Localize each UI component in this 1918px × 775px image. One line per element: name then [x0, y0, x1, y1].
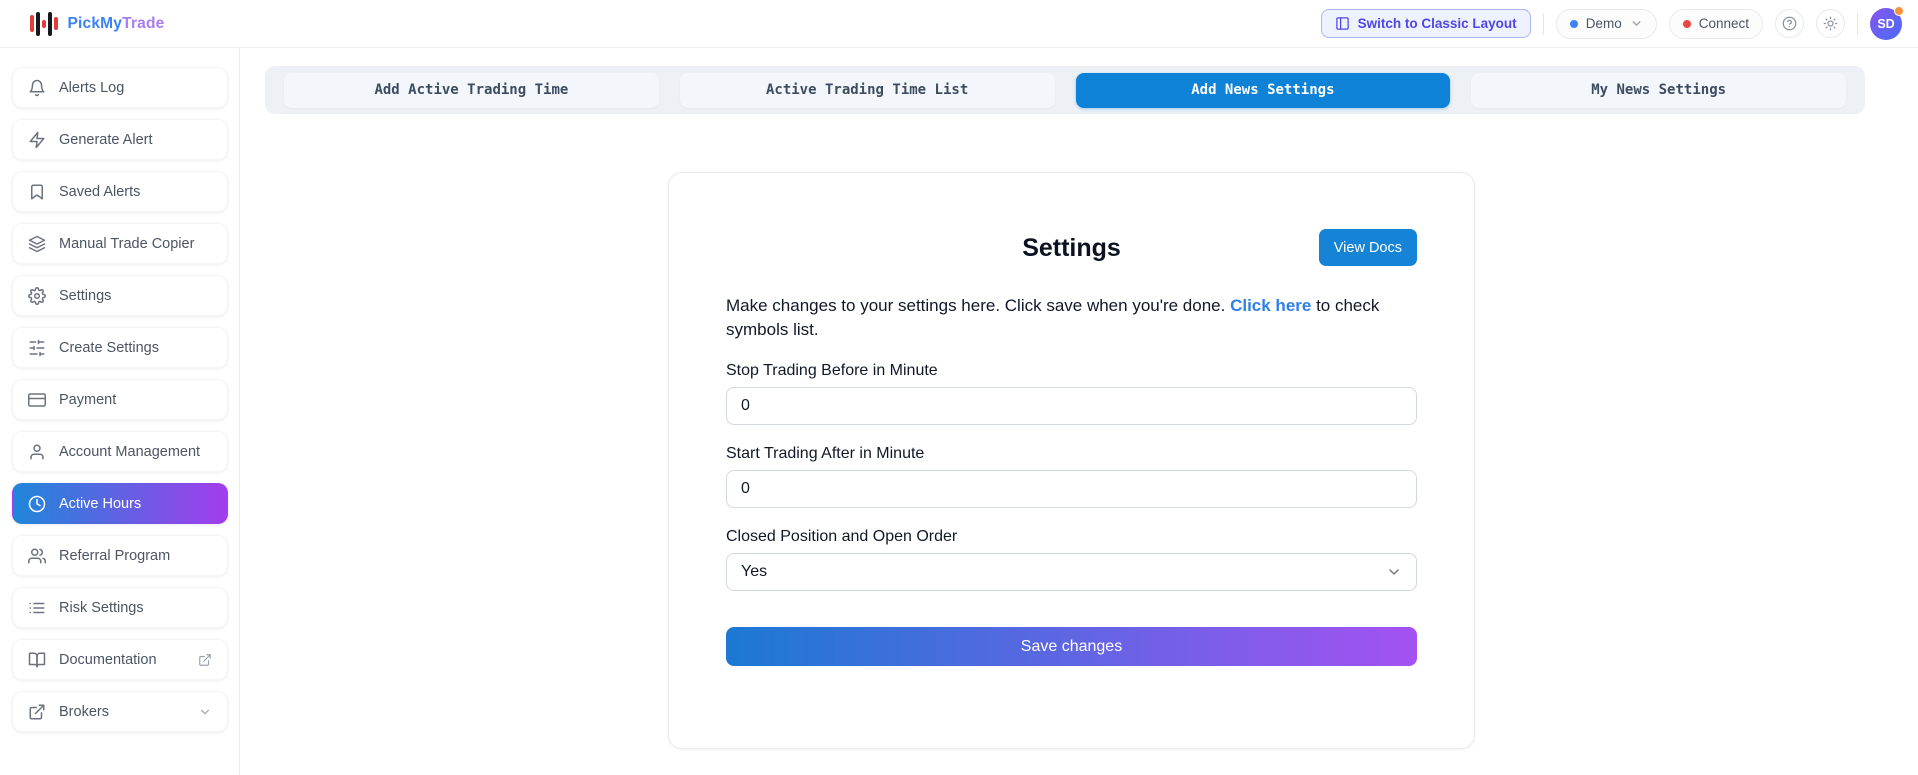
closed-position-label: Closed Position and Open Order	[726, 528, 958, 545]
save-changes-button[interactable]: Save changes	[726, 627, 1417, 666]
external-link-icon	[198, 653, 212, 667]
brand-name: PickMyTrade	[68, 15, 165, 33]
sliders-icon	[28, 339, 46, 357]
start-trading-after-label: Start Trading After in Minute	[726, 445, 925, 462]
theme-toggle-button[interactable]	[1816, 9, 1845, 38]
tab-my-news-settings[interactable]: My News Settings	[1471, 72, 1846, 108]
panel-layout-icon	[1335, 16, 1350, 31]
clock-icon	[28, 495, 46, 513]
switch-layout-label: Switch to Classic Layout	[1357, 16, 1517, 31]
user-icon	[28, 443, 46, 461]
main-content: Add Active Trading Time Active Trading T…	[240, 48, 1918, 775]
sidebar-item-label: Create Settings	[59, 339, 159, 356]
demo-status-dot	[1569, 19, 1578, 28]
sidebar-item-saved-alerts[interactable]: Saved Alerts	[12, 171, 228, 212]
sidebar-item-label: Account Management	[59, 443, 201, 460]
avatar-initials: SD	[1877, 16, 1895, 31]
sidebar-item-label: Documentation	[59, 651, 157, 668]
sidebar-item-referral-program[interactable]: Referral Program	[12, 535, 228, 576]
sidebar-item-create-settings[interactable]: Create Settings	[12, 327, 228, 368]
sidebar-item-label: Brokers	[59, 703, 109, 720]
list-icon	[28, 599, 46, 617]
sidebar-item-label: Generate Alert	[59, 131, 153, 148]
brand-name-secondary: Trade	[122, 14, 165, 32]
external-link-icon	[28, 703, 46, 721]
description-text: Make changes to your settings here. Clic…	[726, 296, 1231, 315]
layers-icon	[28, 235, 46, 253]
stop-trading-before-input[interactable]	[726, 387, 1417, 425]
chevron-down-icon	[1630, 17, 1643, 30]
sidebar-item-label: Manual Trade Copier	[59, 235, 195, 252]
chevron-down-icon	[1386, 564, 1402, 580]
book-icon	[28, 651, 46, 669]
sidebar-item-account-management[interactable]: Account Management	[12, 431, 228, 472]
start-trading-after-input[interactable]	[726, 470, 1417, 508]
switch-to-classic-layout-button[interactable]: Switch to Classic Layout	[1320, 9, 1531, 38]
stop-trading-before-label: Stop Trading Before in Minute	[726, 362, 938, 379]
tab-add-active-trading-time[interactable]: Add Active Trading Time	[284, 72, 659, 108]
sidebar-item-label: Referral Program	[59, 547, 171, 564]
check-symbols-link[interactable]: Click here	[1230, 296, 1311, 315]
sidebar-item-label: Payment	[59, 391, 117, 408]
bookmark-icon	[28, 183, 46, 201]
sidebar-item-payment[interactable]: Payment	[12, 379, 228, 420]
view-docs-button[interactable]: View Docs	[1318, 229, 1417, 266]
help-button[interactable]	[1775, 9, 1804, 38]
connect-button[interactable]: Connect	[1668, 8, 1763, 39]
users-icon	[28, 547, 46, 565]
sidebar-item-brokers[interactable]: Brokers	[12, 691, 228, 732]
sidebar-item-documentation[interactable]: Documentation	[12, 639, 228, 680]
closed-position-group: Closed Position and Open Order Yes	[726, 528, 1417, 591]
header-divider	[1857, 12, 1858, 35]
credit-card-icon	[28, 391, 46, 409]
logo-bars-icon	[30, 10, 58, 38]
tab-bar: Add Active Trading Time Active Trading T…	[265, 66, 1865, 114]
header-divider	[1542, 12, 1544, 35]
settings-description: Make changes to your settings here. Clic…	[726, 294, 1417, 342]
demo-mode-dropdown[interactable]: Demo	[1555, 8, 1657, 39]
tab-active-trading-time-list[interactable]: Active Trading Time List	[679, 72, 1055, 108]
sun-icon	[1823, 16, 1838, 31]
sidebar-item-label: Risk Settings	[59, 599, 144, 616]
brand-logo[interactable]: PickMyTrade	[30, 10, 164, 38]
connect-status-dot	[1682, 19, 1691, 28]
start-trading-after-group: Start Trading After in Minute	[726, 445, 1417, 508]
sidebar-item-active-hours[interactable]: Active Hours	[12, 483, 228, 524]
tab-add-news-settings[interactable]: Add News Settings	[1075, 72, 1451, 108]
sidebar-item-label: Settings	[59, 287, 112, 304]
user-avatar[interactable]: SD	[1870, 5, 1904, 40]
stop-trading-before-group: Stop Trading Before in Minute	[726, 362, 1417, 425]
closed-position-value: Yes	[741, 563, 768, 580]
sidebar-item-label: Saved Alerts	[59, 183, 141, 200]
page-title: Settings	[1022, 234, 1121, 262]
closed-position-select[interactable]: Yes	[726, 553, 1417, 591]
connect-label: Connect	[1698, 16, 1749, 31]
zap-icon	[28, 131, 46, 149]
app-header: PickMyTrade Switch to Classic Layout Dem…	[0, 0, 1918, 48]
demo-label: Demo	[1585, 16, 1622, 31]
gear-icon	[28, 286, 46, 305]
sidebar-item-generate-alert[interactable]: Generate Alert	[12, 119, 228, 160]
chevron-down-icon	[198, 705, 212, 719]
sidebar-item-label: Active Hours	[59, 495, 142, 512]
help-circle-icon	[1782, 16, 1797, 31]
sidebar-item-settings[interactable]: Settings	[12, 275, 228, 316]
bell-icon	[28, 79, 46, 97]
notification-dot	[1894, 5, 1904, 16]
sidebar-item-label: Alerts Log	[59, 79, 125, 96]
settings-card: Settings View Docs Make changes to your …	[668, 172, 1475, 749]
brand-name-primary: PickMy	[67, 14, 123, 32]
sidebar-item-manual-trade-copier[interactable]: Manual Trade Copier	[12, 223, 228, 264]
sidebar: Alerts Log Generate Alert Saved Alerts M…	[0, 48, 240, 775]
sidebar-item-risk-settings[interactable]: Risk Settings	[12, 587, 228, 628]
sidebar-item-alerts-log[interactable]: Alerts Log	[12, 67, 228, 108]
